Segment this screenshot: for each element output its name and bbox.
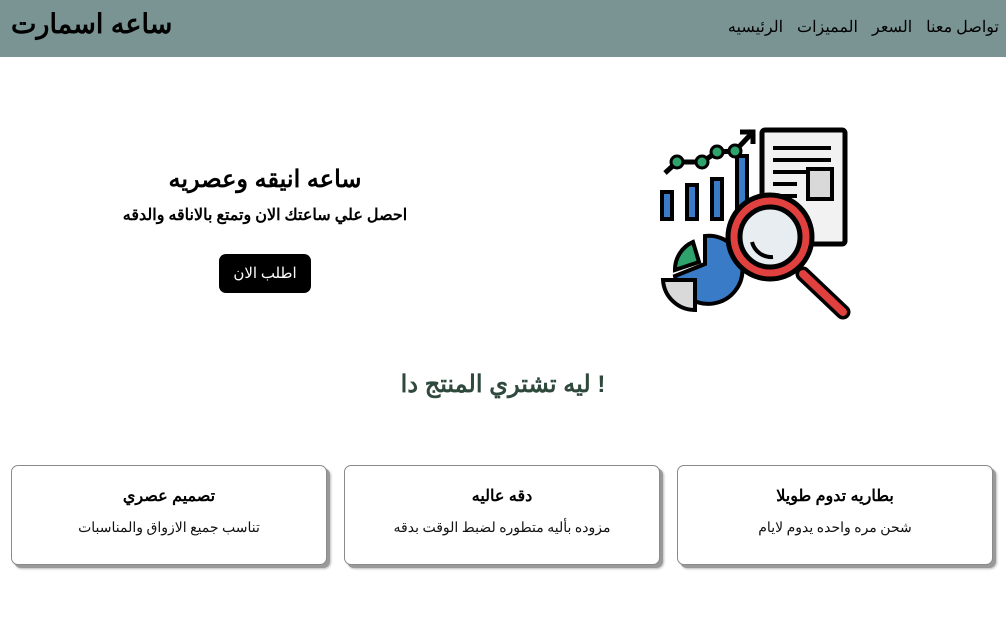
feature-card-title: دقه عاليه <box>471 488 533 505</box>
feature-card-desc: شحن مره واحده يدوم لايام <box>758 521 912 536</box>
feature-card-title: تصميم عصري <box>122 488 216 505</box>
nav-links: الرئيسيه المميزات السعر تواصل معنا <box>728 17 999 37</box>
analytics-magnifier-icon <box>660 127 851 320</box>
feature-card-desc: تناسب جميع الازواق والمناسبات <box>78 521 260 536</box>
brand-logo[interactable]: ساعه اسمارت <box>11 9 172 40</box>
hero-title: ساعه انيقه وعصريه <box>168 166 362 193</box>
features-section-title: ! ليه تشتري المنتج دا <box>400 371 606 398</box>
feature-card-battery: بطاريه تدوم طويلا شحن مره واحده يدوم لاي… <box>677 465 993 565</box>
navbar: ساعه اسمارت الرئيسيه المميزات السعر تواص… <box>0 0 1006 57</box>
hero-text: ساعه انيقه وعصريه احصل علي ساعتك الان وت… <box>115 165 415 225</box>
feature-card-desc: مزوده بأليه متطوره لضبط الوقت بدقه <box>393 521 611 536</box>
nav-link-features[interactable]: المميزات <box>797 17 858 37</box>
feature-card-accuracy: دقه عاليه مزوده بأليه متطوره لضبط الوقت … <box>344 465 660 565</box>
feature-card-title: بطاريه تدوم طويلا <box>776 488 894 505</box>
nav-link-contact[interactable]: تواصل معنا <box>926 17 999 37</box>
nav-link-home[interactable]: الرئيسيه <box>728 17 783 37</box>
order-now-button[interactable]: اطلب الان <box>219 254 311 293</box>
feature-card-design: تصميم عصري تناسب جميع الازواق والمناسبات <box>11 465 327 565</box>
hero-subtitle: احصل علي ساعتك الان وتمتع بالاناقه والدق… <box>122 207 408 224</box>
nav-link-price[interactable]: السعر <box>872 17 912 37</box>
